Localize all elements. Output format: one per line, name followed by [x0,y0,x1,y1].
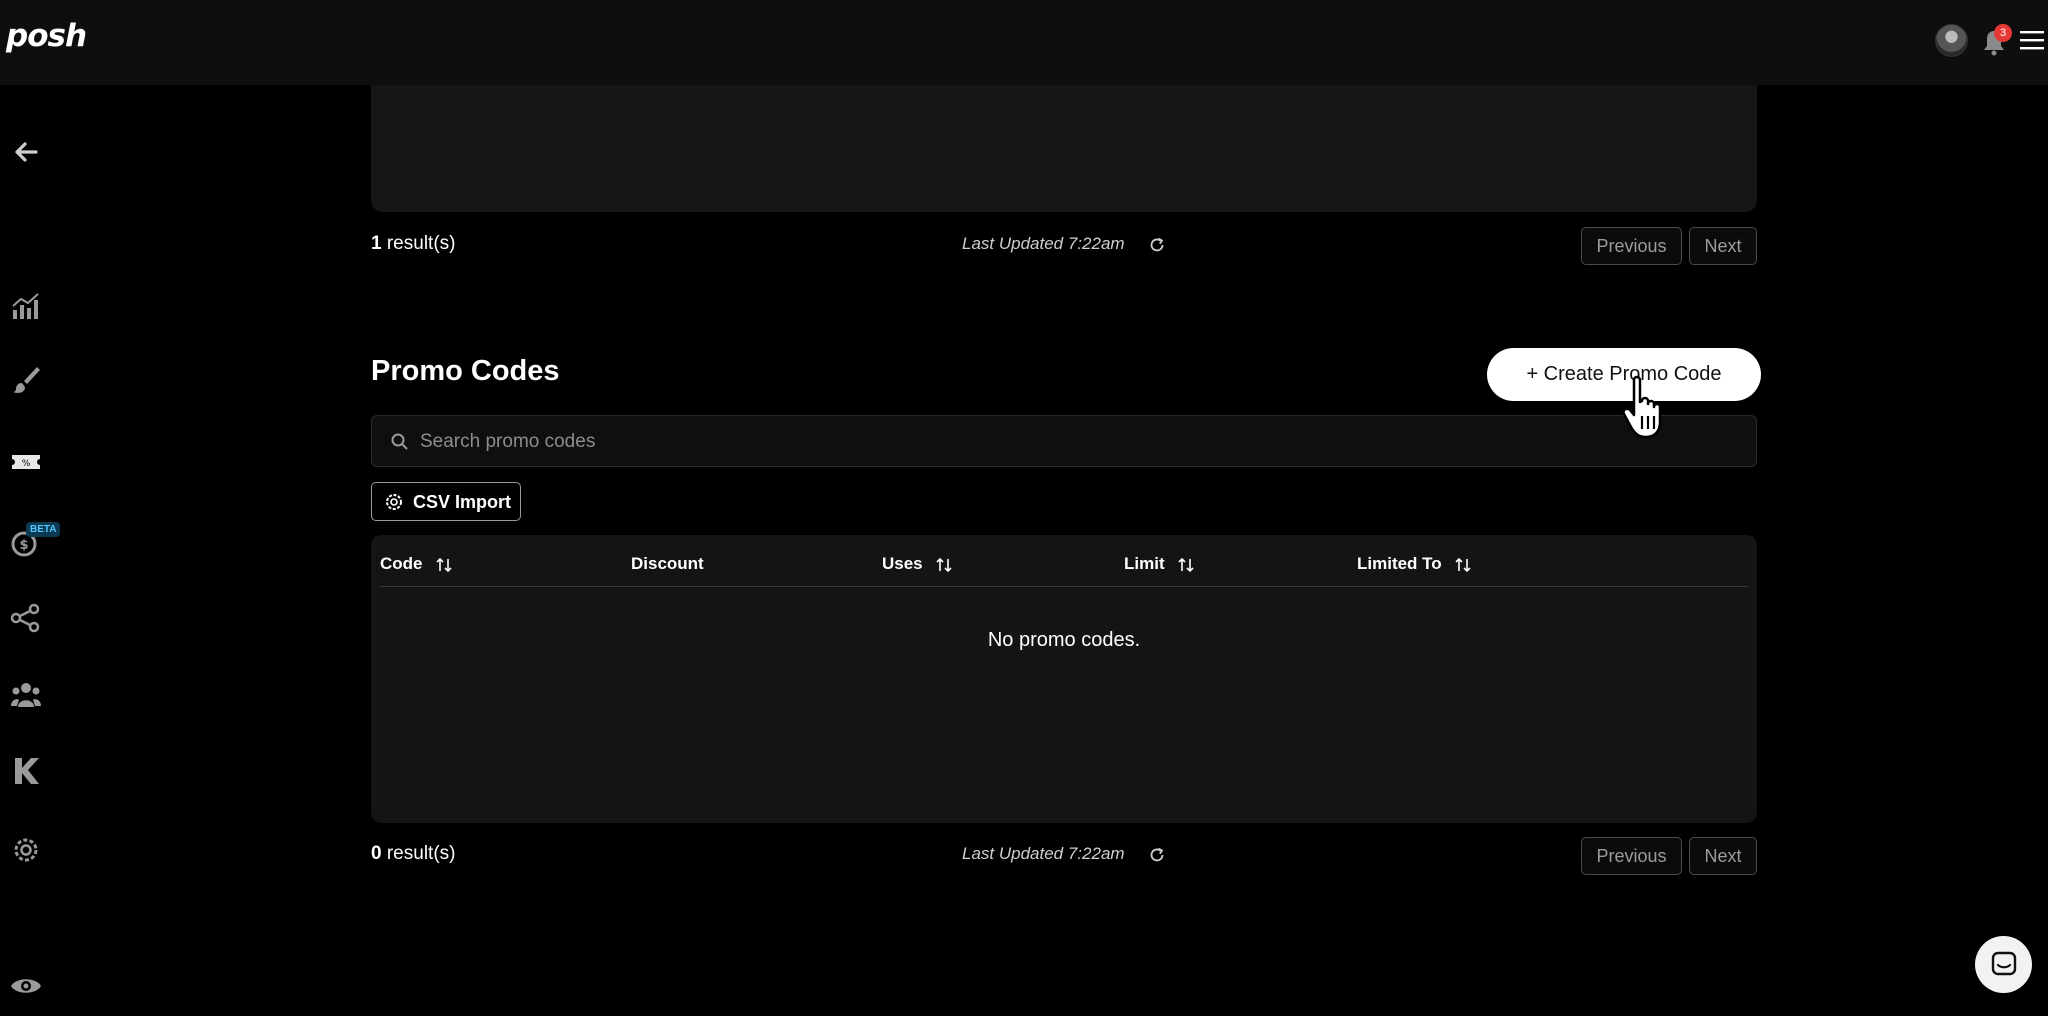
share-icon[interactable] [10,602,42,634]
hand-cursor-icon [1622,375,1662,439]
sort-icon[interactable] [1177,556,1195,574]
sort-icon[interactable] [435,556,453,574]
eye-icon[interactable] [10,970,42,1002]
beta-badge: BETA [26,522,61,537]
svg-text:%: % [22,459,31,469]
promo-next-button[interactable]: Next [1689,837,1757,875]
paintbrush-icon[interactable] [10,364,42,396]
promo-result-count: 0 result(s) [371,843,456,864]
top-previous-button[interactable]: Previous [1581,227,1682,265]
promo-codes-title: Promo Codes [371,355,560,387]
chat-icon [1991,951,2017,976]
column-code[interactable]: Code [380,554,453,574]
chat-launcher-button[interactable] [1975,936,2032,993]
csv-import-label: CSV Import [413,492,512,512]
column-limit[interactable]: Limit [1124,554,1195,574]
sort-icon[interactable] [935,556,953,574]
user-avatar[interactable] [1935,24,1968,57]
refresh-icon[interactable] [1148,236,1166,254]
promo-last-updated: Last Updated 7:22am [962,844,1125,863]
column-limited-to[interactable]: Limited To [1357,554,1472,574]
search-placeholder: Search promo codes [420,431,596,452]
analytics-icon[interactable] [10,290,42,322]
svg-text:$: $ [19,538,28,553]
header-divider [380,586,1748,587]
top-last-updated: Last Updated 7:22am [962,234,1125,253]
back-arrow-icon[interactable] [10,136,42,168]
empty-state-message: No promo codes. [987,629,1141,651]
sort-icon[interactable] [1454,556,1472,574]
search-icon [391,433,408,450]
ticket-icon[interactable]: % [10,446,42,478]
promo-codes-table: Code Discount Uses Limit Limited To No p… [371,535,1757,823]
top-bar: posh 3 [0,0,2048,85]
gear-icon [386,494,402,510]
team-icon[interactable] [10,679,42,711]
csv-import-button[interactable]: CSV Import [371,482,521,521]
top-result-count: 1 result(s) [371,233,456,254]
promo-previous-button[interactable]: Previous [1581,837,1682,875]
hamburger-menu-icon[interactable] [2019,29,2045,51]
notification-badge: 3 [1994,24,2012,42]
top-next-button[interactable]: Next [1689,227,1757,265]
posh-logo[interactable]: posh [6,18,87,54]
k-logo-icon[interactable] [10,755,42,787]
previous-section-panel [371,85,1757,212]
promo-search-input[interactable]: Search promo codes [371,415,1757,467]
refresh-icon[interactable] [1148,846,1166,864]
column-uses[interactable]: Uses [882,554,953,574]
column-discount: Discount [631,554,704,573]
gear-icon[interactable] [10,834,42,866]
